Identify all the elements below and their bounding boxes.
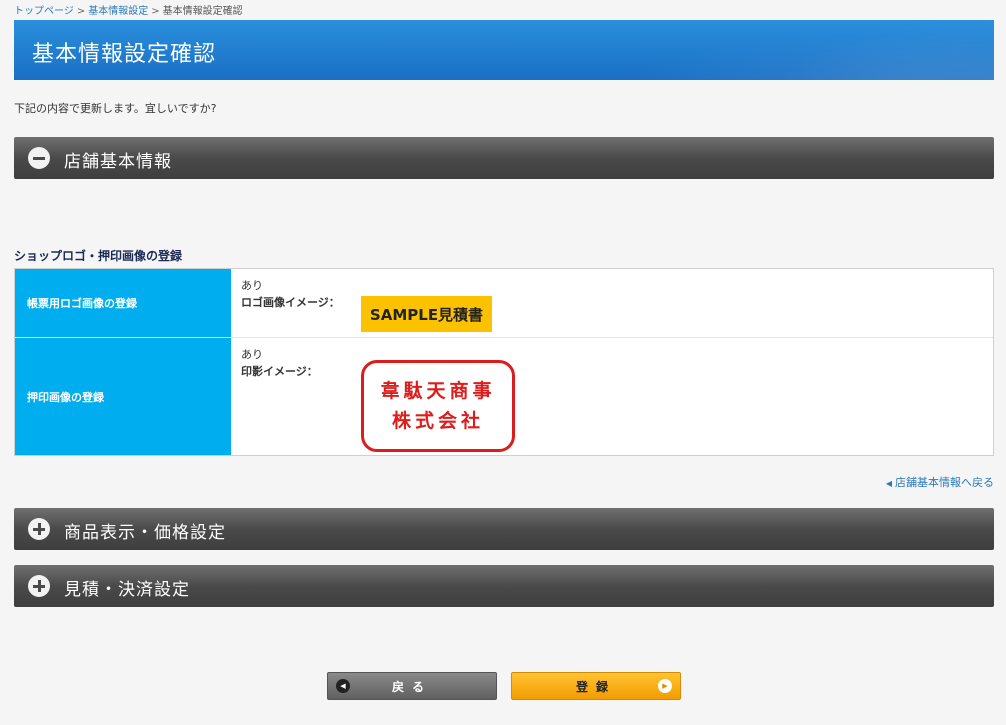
minus-circle-icon (28, 147, 50, 169)
accordion-product-display[interactable]: 商品表示・価格設定 (14, 508, 994, 550)
back-to-store-info-link[interactable]: ◀ 店舗基本情報へ戻る (886, 474, 994, 490)
accordion-estimate-payment[interactable]: 見積・決済設定 (14, 565, 994, 607)
back-button[interactable]: ◀ 戻る (327, 672, 497, 700)
left-triangle-icon: ◀ (885, 479, 892, 488)
stamp-line-corp: 株式会社 (391, 410, 484, 432)
left-triangle-icon: ◀ (336, 679, 350, 693)
plus-circle-icon (28, 518, 50, 540)
breadcrumb: トップページ > 基本情報設定 > 基本情報設定確認 (14, 2, 243, 17)
right-triangle-icon: ▶ (658, 679, 672, 693)
logo-stamp-table: 帳票用ロゴ画像の登録 あり ロゴ画像イメージ： SAMPLE見積書 押印画像の登… (14, 268, 994, 456)
breadcrumb-settings-link[interactable]: 基本情報設定 (88, 6, 148, 17)
confirmation-message: 下記の内容で更新します。宜しいですか? (14, 102, 217, 115)
title-bar-wave-decoration (474, 20, 994, 80)
submit-button-label: 登録 (575, 679, 616, 694)
logo-image-preview: SAMPLE見積書 (361, 296, 492, 332)
plus-circle-icon (28, 575, 50, 597)
table-cell-logo: あり ロゴ画像イメージ： SAMPLE見積書 (231, 269, 993, 337)
back-button-label: 戻る (391, 679, 432, 694)
accordion-store-info[interactable]: 店舗基本情報 (14, 137, 994, 179)
logo-section-title: ショップロゴ・押印画像の登録 (14, 249, 183, 263)
submit-button[interactable]: 登録 ▶ (511, 672, 681, 700)
back-to-store-info-label: 店舗基本情報へ戻る (895, 476, 994, 489)
stamp-image-label: 印影イメージ： (241, 365, 318, 378)
logo-image-text: SAMPLE見積書 (369, 305, 484, 324)
accordion-estimate-payment-label: 見積・決済設定 (64, 580, 190, 600)
page-title-bar: 基本情報設定確認 (14, 20, 994, 80)
breadcrumb-home-link[interactable]: トップページ (14, 6, 74, 17)
breadcrumb-separator: > (76, 6, 86, 17)
stamp-registered-value: あり (241, 348, 263, 361)
table-cell-stamp: あり 印影イメージ： 韋駄天商事 株式会社 (231, 338, 993, 455)
breadcrumb-separator: > (151, 6, 160, 17)
stamp-image-preview: 韋駄天商事 株式会社 (361, 360, 515, 452)
table-header-logo: 帳票用ロゴ画像の登録 (15, 269, 231, 337)
accordion-store-info-label: 店舗基本情報 (64, 152, 172, 172)
page-title: 基本情報設定確認 (32, 42, 217, 67)
logo-image-label: ロゴ画像イメージ： (241, 296, 340, 309)
table-row-stamp: 押印画像の登録 あり 印影イメージ： 韋駄天商事 株式会社 (15, 337, 993, 455)
breadcrumb-current: 基本情報設定確認 (162, 6, 243, 17)
table-row-logo: 帳票用ロゴ画像の登録 あり ロゴ画像イメージ： SAMPLE見積書 (15, 269, 993, 337)
logo-registered-value: あり (241, 279, 263, 292)
accordion-product-display-label: 商品表示・価格設定 (64, 523, 226, 543)
stamp-line-company: 韋駄天商事 (380, 380, 496, 402)
table-header-stamp: 押印画像の登録 (15, 338, 231, 455)
